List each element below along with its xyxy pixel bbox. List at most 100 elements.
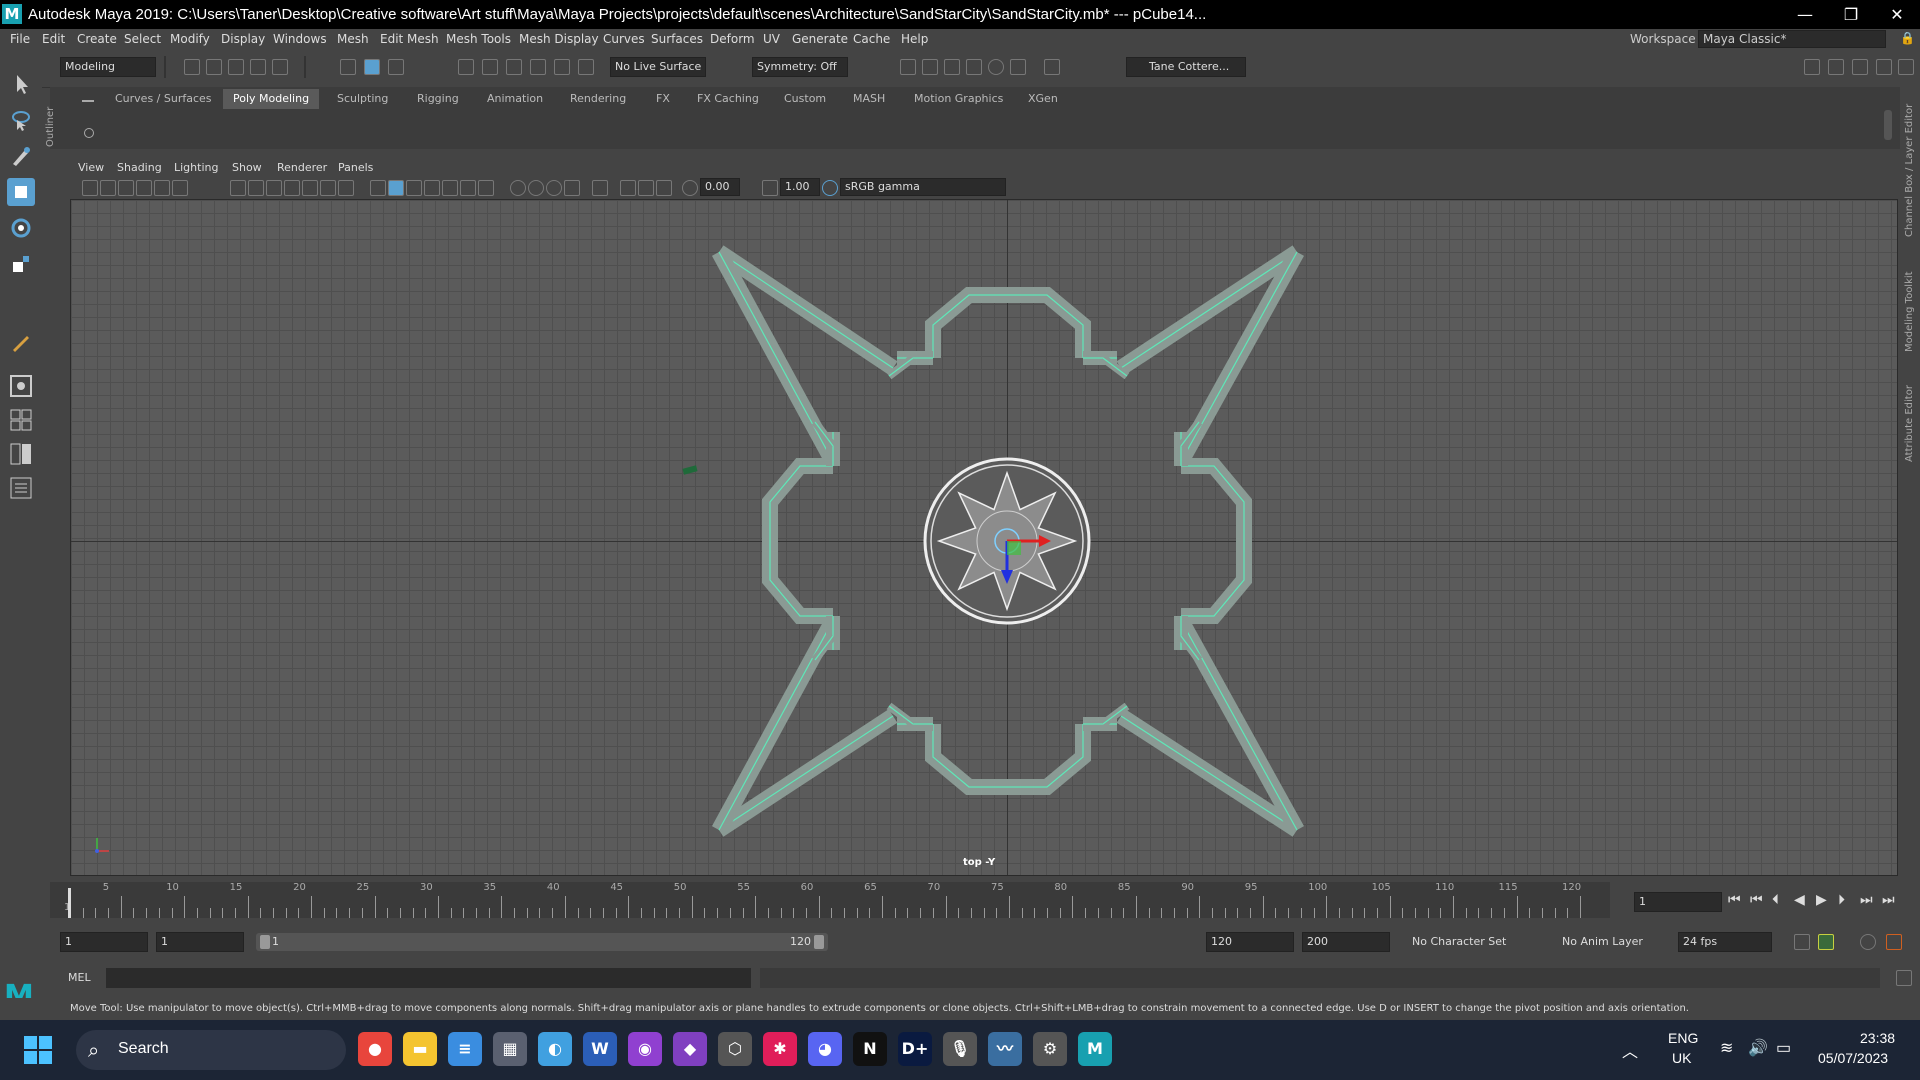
small-object[interactable] [682,465,698,475]
user-account-dropdown[interactable]: Tane Cottere... [1126,57,1246,77]
toggle-layer-editor-icon[interactable] [1898,59,1914,75]
shelf-menu-icon[interactable] [82,100,94,102]
menu-select[interactable]: Select [124,32,161,46]
photos-icon[interactable]: ◐ [538,1032,572,1066]
fps-dropdown[interactable]: 24 fps [1678,932,1772,952]
step-back-frame-icon[interactable]: ⏴ [1772,892,1779,908]
language-indicator[interactable]: ENG [1668,1030,1698,1046]
xray-icon[interactable] [620,180,636,196]
windows-start-icon[interactable] [24,1036,52,1064]
github-icon[interactable]: ◉ [628,1032,662,1066]
pause-icon[interactable] [1044,59,1060,75]
region-indicator[interactable]: UK [1672,1050,1691,1066]
anti-aliasing-icon[interactable] [546,180,562,196]
textured-icon[interactable] [442,180,458,196]
toggle-attribute-editor-icon[interactable] [1828,59,1844,75]
2d-pan-zoom-icon[interactable] [154,180,170,196]
netflix-icon[interactable]: N [853,1032,887,1066]
playback-end-field[interactable]: 120 [1206,932,1294,952]
calculator-icon[interactable]: ▦ [493,1032,527,1066]
screen-space-ao-icon[interactable] [510,180,526,196]
shelf-tab-curves-surfaces[interactable]: Curves / Surfaces [105,89,222,109]
rotate-tool-icon[interactable] [7,214,35,242]
paint-select-tool-icon[interactable] [7,142,35,170]
time-slider[interactable]: 1510152025303540455055606570758085909510… [50,882,1610,918]
restore-button[interactable]: ❐ [1828,2,1874,28]
shelf-tab-fx[interactable]: FX [646,89,680,109]
step-forward-key-icon[interactable]: ⏭ [1860,892,1873,908]
outliner-layout-icon[interactable] [7,474,35,502]
menu-modify[interactable]: Modify [170,32,210,46]
play-backwards-icon[interactable]: ◀ [1794,892,1805,908]
render-settings-icon[interactable] [966,59,982,75]
motion-blur-icon[interactable] [528,180,544,196]
menu-edit-mesh[interactable]: Edit Mesh [380,32,439,46]
wifi-icon[interactable]: ≋ [1720,1038,1733,1058]
mic-icon[interactable]: 🎙 [943,1032,977,1066]
make-live-icon[interactable] [554,59,570,75]
menu-generate[interactable]: Generate [792,32,848,46]
grease-pencil-icon[interactable] [172,180,188,196]
settings-icon[interactable]: ⚙ [1033,1032,1067,1066]
render-setup-icon[interactable] [1010,59,1026,75]
modeling-toolkit-tab[interactable]: Modeling Toolkit [1904,271,1915,352]
notepad-icon[interactable]: ≡ [448,1032,482,1066]
word-icon[interactable]: W [583,1032,617,1066]
default-material-icon[interactable] [406,180,422,196]
film-gate-icon[interactable] [248,180,264,196]
lasso-tool-icon[interactable] [7,106,35,134]
gamma-field[interactable]: 1.00 [780,178,820,196]
menu-cache[interactable]: Cache [853,32,890,46]
undo-icon[interactable] [250,59,266,75]
wall-segment[interactable] [1181,458,1252,624]
gate-mask-icon[interactable] [284,180,300,196]
camera-icon[interactable] [82,180,98,196]
play-forwards-icon[interactable]: ▶ [1816,892,1827,908]
outliner-tab[interactable]: Outliner [42,87,62,167]
shelf-settings-icon[interactable] [84,128,94,138]
shelf-tab-xgen[interactable]: XGen [1018,89,1068,109]
safe-action-icon[interactable] [320,180,336,196]
wireframe-icon[interactable] [370,180,386,196]
shelf-tab-poly-modeling[interactable]: Poly Modeling [223,89,320,109]
slack-icon[interactable]: ✱ [763,1032,797,1066]
command-input[interactable] [106,968,751,988]
go-to-end-icon[interactable]: ⏭ [1882,892,1895,908]
field-chart-icon[interactable] [302,180,318,196]
toggle-modeling-toolkit-icon[interactable] [1804,59,1820,75]
render-view-icon[interactable] [900,59,916,75]
isolate-select-icon[interactable] [592,180,608,196]
snap-to-grid-icon[interactable] [458,59,474,75]
battery-icon[interactable]: ▭ [1776,1038,1791,1058]
select-by-component-icon[interactable] [388,59,404,75]
menu-file[interactable]: File [10,32,30,46]
range-slider[interactable]: 1 120 [256,933,828,951]
color-space-dropdown[interactable]: sRGB gamma [840,178,1006,196]
unity-icon[interactable]: ⬡ [718,1032,752,1066]
panel-menu-view[interactable]: View [78,161,104,174]
workspace-dropdown[interactable]: Maya Classic* [1698,30,1886,48]
select-by-hierarchy-icon[interactable] [340,59,356,75]
lock-icon[interactable]: 🔒 [1900,31,1915,45]
minimize-button[interactable]: — [1782,2,1828,28]
single-perspective-layout-icon[interactable] [7,372,35,400]
chrome-icon[interactable]: ● [358,1032,392,1066]
wall-segment[interactable] [925,287,1091,358]
last-tool-used-icon[interactable] [7,328,35,356]
viewport-top[interactable]: top -Y [70,199,1898,876]
auto-key-icon[interactable] [1818,934,1834,950]
shelf-tab-mash[interactable]: MASH [843,89,895,109]
two-view-layout-icon[interactable] [7,440,35,468]
exposure-field[interactable]: 0.00 [700,178,740,196]
visual-studio-icon[interactable]: ◆ [673,1032,707,1066]
hypershade-icon[interactable] [988,59,1004,75]
anim-layer-dropdown[interactable]: No Anim Layer [1562,935,1643,948]
panel-menu-panels[interactable]: Panels [338,161,373,174]
symmetry-dropdown[interactable]: Symmetry: Off [752,57,848,77]
script-editor-icon[interactable] [1896,970,1912,986]
go-to-start-icon[interactable]: ⏮ [1728,892,1741,908]
open-scene-icon[interactable] [206,59,222,75]
shelf-tab-rigging[interactable]: Rigging [407,89,469,109]
render-current-frame-icon[interactable] [922,59,938,75]
animation-start-field[interactable]: 1 [60,932,148,952]
